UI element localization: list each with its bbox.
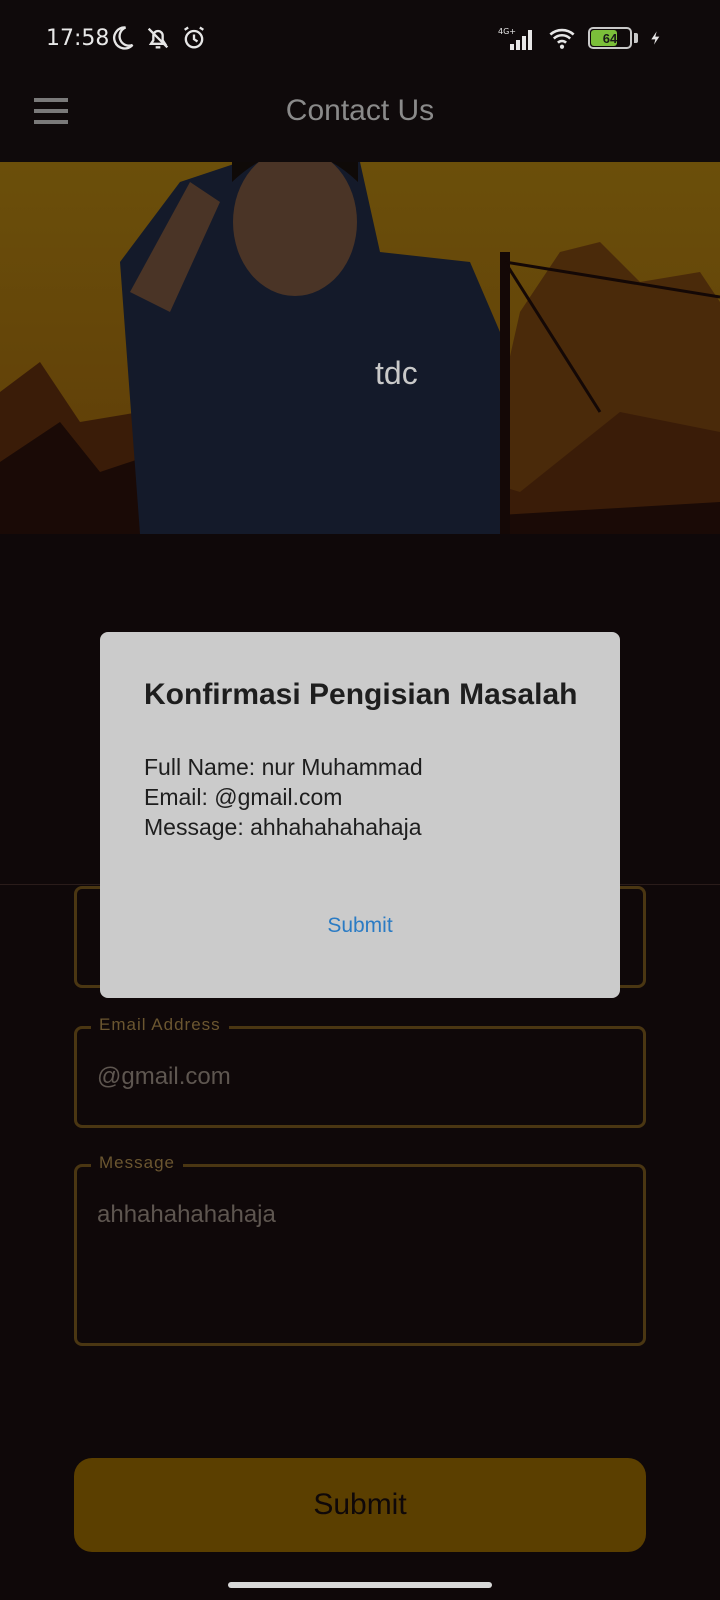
moon-icon: [113, 26, 134, 50]
wifi-icon: [549, 28, 575, 49]
signal-icon: 4G+: [498, 27, 532, 50]
email-field[interactable]: Email Address @gmail.com: [74, 1015, 646, 1128]
email-field-value: @gmail.com: [97, 1063, 231, 1090]
dialog-title: Konfirmasi Pengisian Masalah: [144, 678, 578, 711]
bell-off-icon: [147, 27, 169, 49]
message-field-value: ahhahahahahaja: [97, 1201, 276, 1228]
status-bar: 17:58 4G+ 64: [0, 0, 720, 80]
status-icons-right: 4G+ 64: [496, 24, 664, 52]
status-time: 17:58: [46, 26, 110, 51]
status-icons-left: [108, 24, 208, 52]
page-title: Contact Us: [285, 94, 435, 127]
contact-us-screen: 17:58 4G+ 64 Contact Us tdc Email Addres…: [0, 0, 720, 1600]
network-type: 4G+: [498, 27, 516, 36]
hero-image: tdc: [0, 162, 720, 534]
submit-button[interactable]: Submit: [74, 1458, 646, 1552]
home-indicator[interactable]: [228, 1582, 492, 1588]
dialog-body: Full Name: nur Muhammad Email: @gmail.co…: [144, 752, 423, 842]
charging-icon: [651, 31, 660, 45]
confirmation-dialog: Konfirmasi Pengisian Masalah Full Name: …: [100, 632, 620, 998]
message-field-label: Message: [91, 1153, 183, 1173]
dialog-email: Email: @gmail.com: [144, 784, 343, 810]
message-field[interactable]: Message ahhahahahahaja: [74, 1153, 646, 1346]
dialog-full-name: Full Name: nur Muhammad: [144, 754, 423, 780]
alarm-icon: [184, 26, 204, 49]
dialog-message: Message: ahhahahahahaja: [144, 814, 422, 840]
battery-icon: 64: [588, 27, 632, 49]
battery-level: 64: [602, 30, 618, 46]
dialog-submit-button[interactable]: Submit: [100, 914, 620, 938]
hero-logo-text: tdc: [375, 355, 418, 391]
hero-illustration: tdc: [0, 162, 720, 534]
email-field-label: Email Address: [91, 1015, 229, 1035]
